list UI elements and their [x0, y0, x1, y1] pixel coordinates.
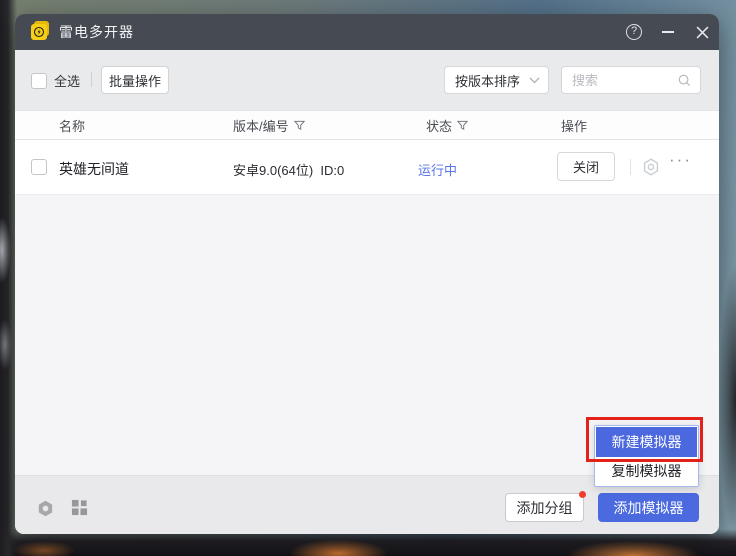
column-header-action: 操作: [561, 116, 587, 135]
minimize-button[interactable]: [651, 14, 685, 50]
add-emulator-button[interactable]: 添加模拟器: [598, 493, 699, 522]
chevron-down-icon: [529, 77, 540, 84]
close-emulator-button[interactable]: 关闭: [557, 152, 615, 181]
select-all-label: 全选: [54, 71, 80, 90]
notification-dot: [579, 491, 586, 498]
batch-operations-button[interactable]: 批量操作: [101, 66, 169, 94]
filter-icon[interactable]: [294, 120, 305, 131]
app-logo-lightning-icon: [31, 23, 49, 41]
emulator-version: 安卓9.0(64位) ID:0: [233, 160, 344, 179]
toolbar-divider: [91, 72, 92, 87]
emulator-name: 英雄无间道: [59, 159, 129, 179]
annotation-highlight-box: [586, 417, 703, 462]
sort-dropdown[interactable]: 按版本排序: [444, 66, 549, 94]
table-header: 名称 版本/编号 状态 操作: [15, 110, 719, 140]
help-icon: ?: [626, 24, 642, 40]
search-input[interactable]: [562, 73, 677, 88]
row-checkbox[interactable]: [31, 159, 47, 175]
app-window: 雷电多开器 ? 全选 批量操作 按版本排序: [15, 14, 719, 534]
column-header-status: 状态: [426, 116, 468, 135]
minimize-icon: [662, 31, 674, 33]
sort-dropdown-value: 按版本排序: [455, 71, 520, 90]
column-header-name: 名称: [59, 116, 85, 135]
close-icon: [696, 26, 709, 39]
close-button[interactable]: [685, 14, 719, 50]
column-header-version: 版本/编号: [233, 116, 305, 135]
help-button[interactable]: ?: [617, 14, 651, 50]
settings-nut-icon[interactable]: [36, 499, 55, 518]
window-title: 雷电多开器: [59, 22, 134, 42]
row-settings-gear-icon[interactable]: [641, 157, 661, 182]
row-action-divider: [630, 159, 631, 175]
search-box: [561, 66, 701, 94]
select-all-checkbox[interactable]: [31, 73, 47, 89]
grid-view-icon[interactable]: [71, 499, 88, 516]
emulator-status: 运行中: [418, 160, 457, 179]
row-more-ellipsis-icon[interactable]: ···: [669, 150, 692, 170]
filter-icon[interactable]: [457, 120, 468, 131]
add-group-button[interactable]: 添加分组: [505, 493, 584, 522]
emulator-row[interactable]: 英雄无间道 安卓9.0(64位) ID:0 运行中 关闭 ···: [15, 140, 719, 195]
search-icon: [677, 73, 692, 88]
titlebar: 雷电多开器 ?: [15, 14, 719, 50]
